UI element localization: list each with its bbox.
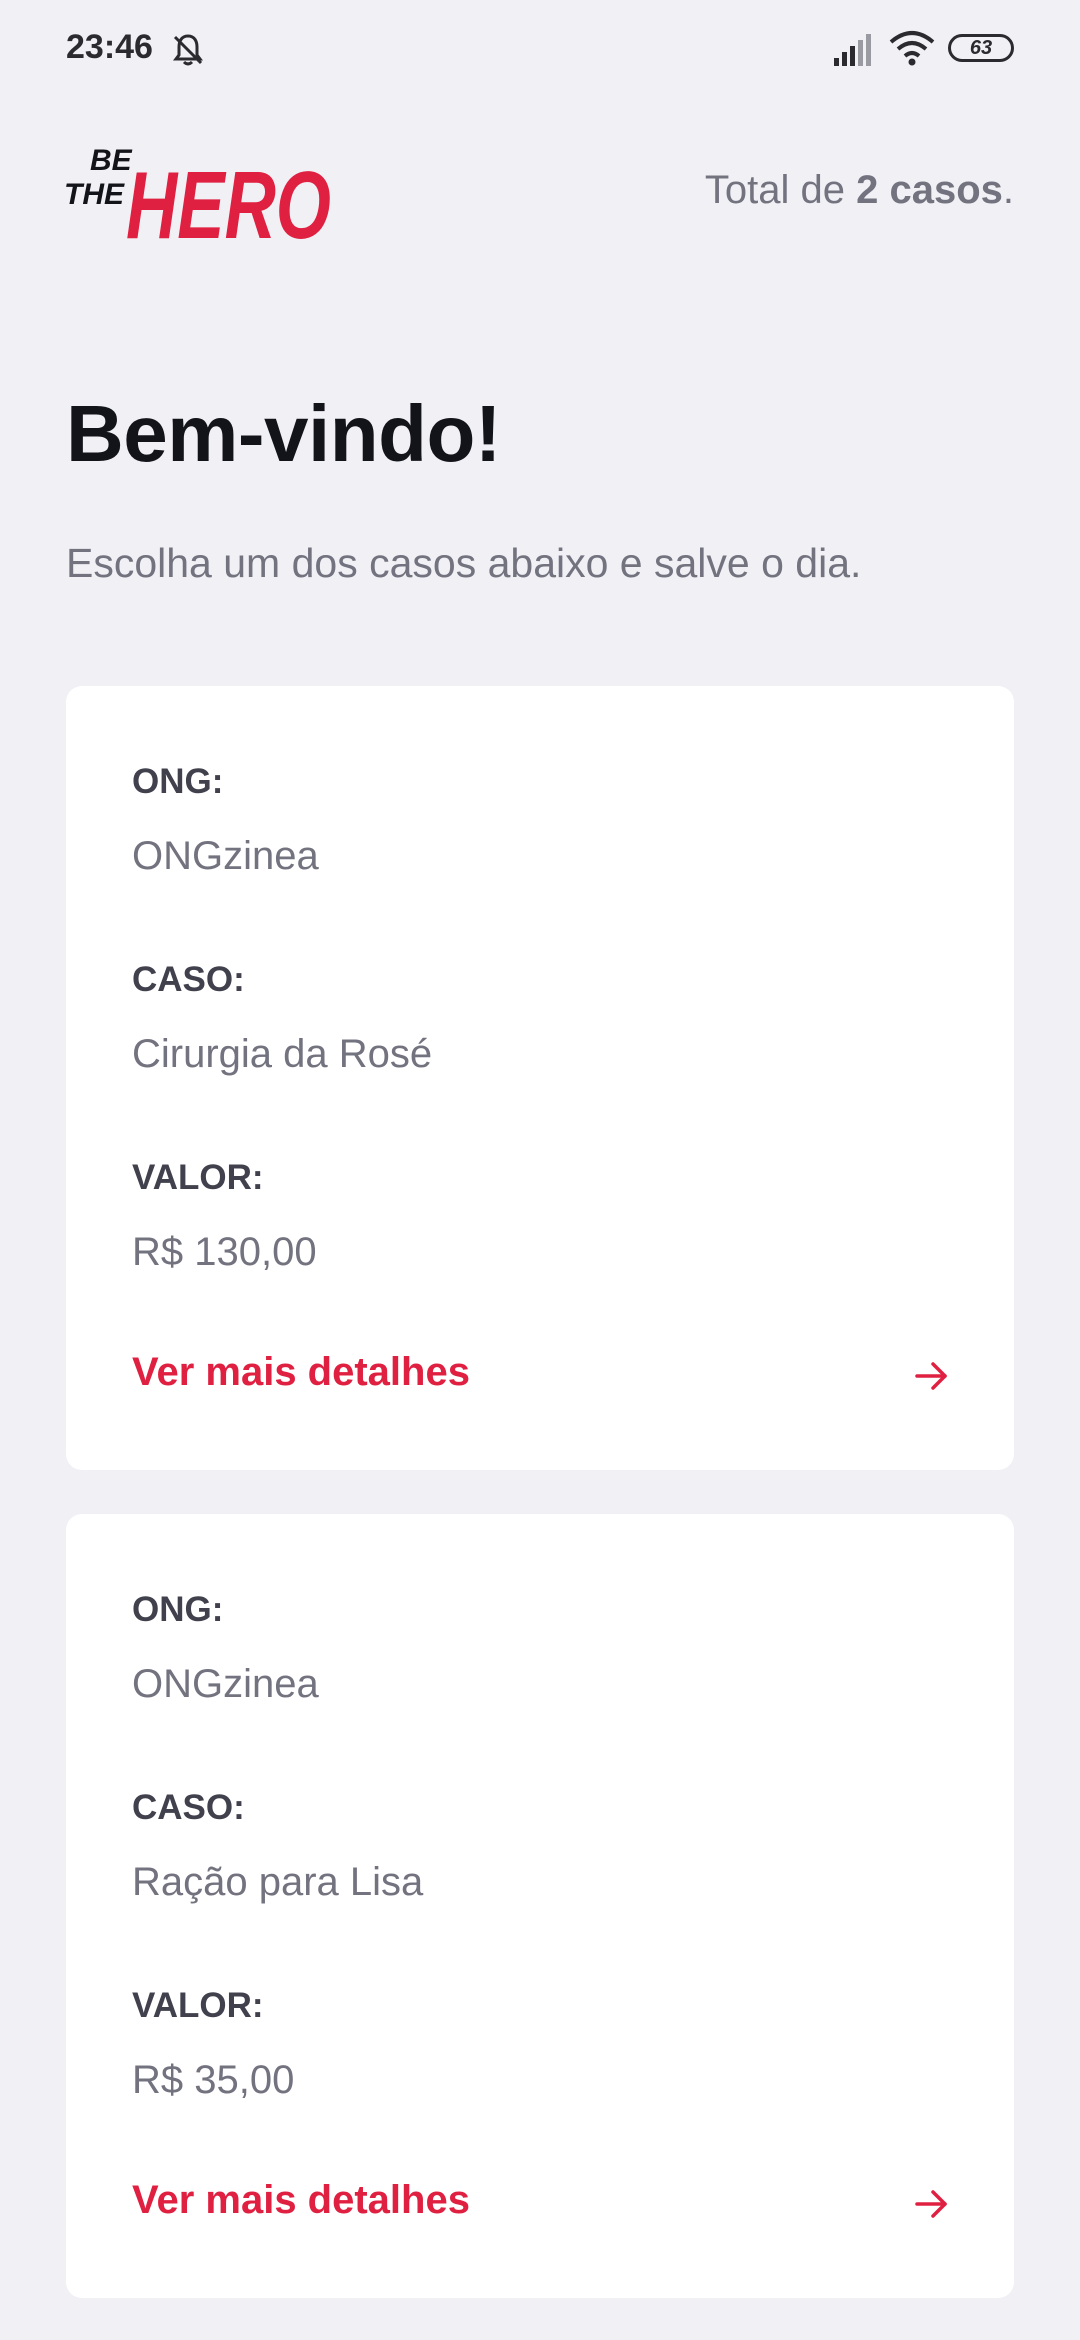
details-button[interactable]: Ver mais detalhes	[132, 2170, 952, 2234]
total-suffix: .	[1002, 168, 1014, 212]
ong-label: ONG:	[132, 1590, 224, 1629]
status-bar: 23:46 63	[0, 0, 1080, 100]
caso-value: Cirurgia da Rosé	[132, 1032, 433, 1076]
page-description: Escolha um dos casos abaixo e salve o di…	[66, 540, 862, 586]
valor-label: VALOR:	[132, 1158, 264, 1197]
details-button[interactable]: Ver mais detalhes	[132, 1342, 952, 1406]
page-title: Bem-vindo!	[66, 389, 502, 478]
caso-label: CASO:	[132, 960, 245, 999]
valor-value: R$ 130,00	[132, 1230, 317, 1274]
valor-value: R$ 35,00	[132, 2058, 295, 2102]
total-prefix: Total de	[704, 168, 857, 212]
details-button-label: Ver mais detalhes	[132, 2178, 470, 2222]
valor-label: VALOR:	[132, 1986, 264, 2025]
incident-card: ONG: ONGzinea CASO: Ração para Lisa VALO…	[66, 1514, 1014, 2298]
caso-value: Ração para Lisa	[132, 1860, 424, 1904]
header: BE THE HERO Total de 2 casos.	[0, 100, 1080, 300]
status-time: 23:46	[66, 28, 153, 66]
wifi-icon	[889, 31, 935, 66]
caso-label: CASO:	[132, 1788, 245, 1827]
ong-value: ONGzinea	[132, 1662, 319, 1706]
bell-off-icon	[173, 34, 203, 66]
total-count: 2 casos	[856, 168, 1003, 212]
be-the-hero-logo: BE THE HERO	[64, 144, 331, 250]
arrow-right-icon	[915, 2190, 947, 2218]
arrow-right-icon	[915, 1362, 947, 1390]
battery-indicator: 63	[948, 34, 1014, 62]
svg-text:THE: THE	[64, 178, 125, 211]
details-button-label: Ver mais detalhes	[132, 1350, 470, 1394]
signal-icon	[834, 34, 871, 66]
ong-value: ONGzinea	[132, 834, 319, 878]
ong-label: ONG:	[132, 762, 224, 801]
incident-card: ONG: ONGzinea CASO: Cirurgia da Rosé VAL…	[66, 686, 1014, 1470]
total-cases-text: Total de 2 casos.	[705, 168, 1014, 213]
svg-text:HERO: HERO	[126, 152, 331, 250]
